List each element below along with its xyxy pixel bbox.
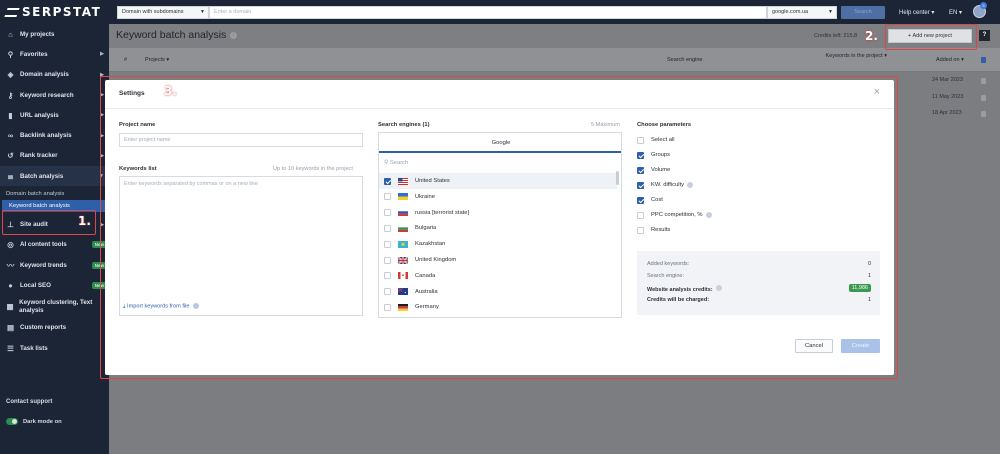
sidebar-nav: ⌂ My projects ⚲ Favorites ▶ ◈ Domain analysis ▶… (0, 24, 109, 187)
top-bar: Domain with subdomains ▼ Enter a domain g… (109, 0, 1000, 24)
scope-select[interactable]: Domain with subdomains ▼ (117, 6, 209, 19)
column-number: # (124, 57, 128, 63)
sidebar-item-label: URL analysis (20, 111, 59, 119)
sidebar-item-url-analysis[interactable]: ▮ URL analysis ▶ (0, 105, 109, 125)
column-search-engine: Search engine (667, 57, 703, 63)
logo[interactable]: SERPSTAT (0, 0, 109, 24)
row-date: 24 Mar 2023 (932, 77, 963, 83)
trash-icon[interactable] (981, 95, 986, 101)
contact-support-link[interactable]: Contact support (6, 399, 52, 405)
projects-table-header: # Projects ▾ Search engine Keywords in t… (109, 48, 1000, 72)
sidebar-item-label: AI content tools (20, 241, 67, 249)
sidebar-item-label: Favorites (20, 50, 48, 58)
sidebar-item-task-lists[interactable]: ☰ Task lists (0, 338, 109, 358)
domain-input[interactable]: Enter a domain (209, 6, 767, 19)
sidebar-item-label: Custom reports (20, 324, 67, 332)
report-icon: ▤ (6, 323, 15, 333)
sidebar-item-label: Task lists (20, 344, 48, 352)
help-center-menu[interactable]: Help center ▾ (899, 9, 934, 16)
dark-mode-toggle[interactable]: Dark mode on (6, 418, 62, 425)
history-icon: ↺ (7, 151, 14, 161)
chevron-down-icon: ▼ (828, 9, 833, 15)
sidebar-item-rank-tracker[interactable]: ↺ Rank tracker ▶ (0, 146, 109, 166)
sidebar-item-batch-analysis[interactable]: ≣ Batch analysis ▼ (0, 166, 109, 187)
ai-icon: ◎ (7, 240, 14, 250)
bar-chart-icon: ▮ (8, 110, 13, 120)
language-menu[interactable]: EN ▾ (949, 9, 962, 16)
trend-icon: 〰 (6, 260, 15, 270)
domain-icon: ◈ (7, 70, 14, 80)
row-date: 11 May 2023 (932, 94, 964, 100)
stack-icon: ≣ (7, 171, 14, 181)
sidebar-item-my-projects[interactable]: ⌂ My projects (0, 24, 109, 44)
page-title: Keyword batch analysis i (116, 29, 238, 41)
column-keywords[interactable]: Keywords in the project ▾ (821, 48, 887, 72)
sidebar-item-label: Batch analysis (20, 172, 64, 180)
sidebar-subitem-domain-batch[interactable]: Domain batch analysis (0, 188, 109, 200)
logo-icon (4, 7, 20, 17)
pin-icon: ⚲ (7, 49, 14, 59)
chevron-right-icon: ▶ (100, 51, 104, 58)
sidebar-item-label: Domain analysis (20, 71, 69, 79)
search-engine-select[interactable]: google.com.ua ▼ (767, 6, 837, 19)
sidebar-item-keyword-clustering-text-analysis[interactable]: ▦ Keyword clustering, Text analysis (0, 296, 109, 318)
home-icon: ⌂ (8, 29, 13, 39)
sidebar-nav-secondary: ⊥ Site audit ▶ ◎ AI content tools New 〰 Keyword… (0, 214, 109, 358)
notification-badge[interactable]: 5 (980, 2, 987, 9)
sidebar-item-local-seo[interactable]: ● Local SEO New (0, 275, 109, 295)
sidebar-item-keyword-research[interactable]: ⚷ Keyword research ▶ (0, 85, 109, 105)
sidebar-item-label: Keyword research (20, 91, 74, 99)
sidebar-item-label: Local SEO (20, 281, 51, 289)
credits-left: Credits left: 215,8 (814, 33, 858, 39)
link-icon: ∞ (7, 131, 14, 141)
annotation-frame-3 (100, 76, 898, 379)
info-icon[interactable]: i (230, 31, 238, 39)
sidebar-item-backlink-analysis[interactable]: ∞ Backlink analysis ▶ (0, 125, 109, 145)
sidebar-item-favorites[interactable]: ⚲ Favorites ▶ (0, 44, 109, 64)
annotation-frame-2 (885, 24, 977, 50)
chevron-down-icon: ▼ (200, 9, 205, 15)
row-date: 18 Apr 2023 (932, 110, 962, 116)
sidebar-item-label: Keyword trends (20, 261, 67, 269)
trash-icon[interactable] (981, 57, 986, 63)
toggle-switch[interactable] (6, 418, 18, 425)
batch-analysis-submenu: Domain batch analysis Keyword batch analy… (0, 188, 109, 213)
sidebar-item-label: Keyword clustering, Text analysis (19, 298, 93, 314)
trash-icon[interactable] (981, 111, 986, 117)
annotation-number-2: 2. (865, 29, 878, 43)
sidebar-item-label: My projects (20, 30, 55, 38)
sidebar-item-label: Rank tracker (20, 152, 58, 160)
annotation-number-1: 1. (78, 214, 91, 228)
sidebar-item-domain-analysis[interactable]: ◈ Domain analysis ▶ (0, 65, 109, 85)
annotation-number-3: 3. (164, 84, 177, 98)
trash-icon[interactable] (981, 78, 986, 84)
location-icon: ● (8, 280, 13, 290)
cluster-icon: ▦ (6, 301, 14, 311)
key-icon: ⚷ (7, 90, 14, 100)
column-added-on[interactable]: Added on ▾ (936, 48, 964, 72)
search-button[interactable]: Search (841, 6, 885, 19)
help-button[interactable]: ? (979, 30, 990, 41)
column-projects[interactable]: Projects ▾ (145, 48, 169, 72)
sidebar-item-label: Backlink analysis (20, 132, 72, 140)
sidebar-item-ai-content-tools[interactable]: ◎ AI content tools New (0, 235, 109, 255)
sidebar-item-custom-reports[interactable]: ▤ Custom reports (0, 318, 109, 338)
list-icon: ☰ (7, 343, 14, 353)
sidebar-item-keyword-trends[interactable]: 〰 Keyword trends New (0, 255, 109, 275)
